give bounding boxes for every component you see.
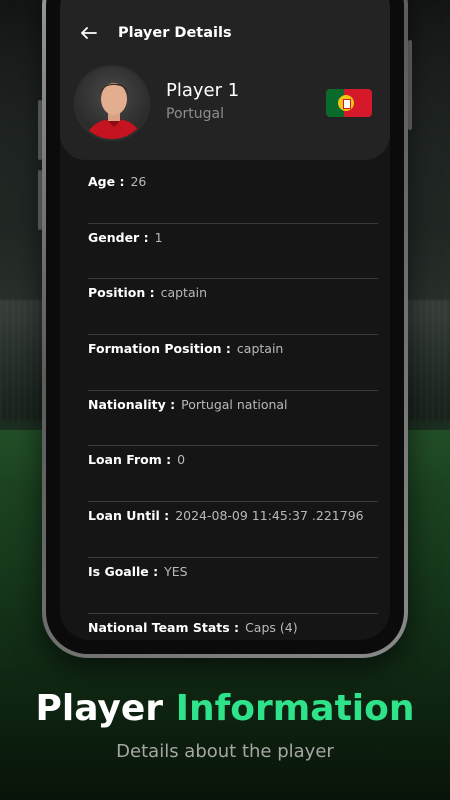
detail-row-formation-position: Formation Position : captain bbox=[88, 335, 378, 391]
detail-value: Portugal national bbox=[181, 396, 288, 412]
detail-value: Caps (4) bbox=[245, 619, 298, 635]
detail-value: 2024-08-09 11:45:37 .221796 bbox=[175, 508, 364, 524]
player-name: Player 1 bbox=[166, 80, 240, 101]
caption-green-text: Information bbox=[175, 688, 415, 729]
detail-row-national-team-stats: National Team Stats : Caps (4) bbox=[88, 614, 378, 641]
detail-row-age: Age : 26 bbox=[88, 168, 378, 224]
detail-label: Loan Until : bbox=[88, 508, 170, 524]
detail-label: Is Goalle : bbox=[88, 563, 159, 579]
detail-row-loan-from: Loan From : 0 bbox=[88, 446, 378, 503]
detail-label: National Team Stats : bbox=[88, 619, 240, 635]
detail-value: captain bbox=[236, 341, 284, 357]
detail-label: Loan From : bbox=[88, 452, 172, 468]
player-avatar bbox=[74, 65, 150, 141]
detail-row-nationality: Nationality : Portugal national bbox=[88, 391, 378, 447]
player-header-card: Player Details Player 1 Portugal bbox=[60, 0, 390, 160]
phone-bezel: Player Details Player 1 Portugal Age: 2… bbox=[46, 0, 404, 654]
detail-row-is-goalie: Is Goalle : YES bbox=[88, 558, 378, 614]
detail-label: Gender : bbox=[88, 229, 149, 245]
back-arrow-icon[interactable] bbox=[78, 22, 100, 44]
app-bar: Player Details bbox=[78, 22, 232, 44]
portugal-flag-icon bbox=[326, 89, 372, 117]
phone-screen: Player Details Player 1 Portugal Age: 2… bbox=[60, 0, 390, 640]
promo-subtitle: Details about the player bbox=[116, 741, 334, 762]
detail-label: Age : bbox=[88, 174, 125, 189]
detail-value: 0 bbox=[177, 452, 186, 468]
page-title: Player Details bbox=[118, 25, 232, 41]
detail-row-loan-until: Loan Until : 2024-08-09 11:45:37 .221796 bbox=[88, 502, 378, 558]
promo-caption: Player Information bbox=[0, 688, 450, 729]
detail-label: Formation Position : bbox=[88, 341, 231, 357]
detail-label: Position : bbox=[88, 285, 155, 301]
detail-value: YES bbox=[164, 563, 188, 579]
detail-value: captain bbox=[160, 285, 208, 301]
detail-label: Nationality : bbox=[88, 396, 176, 412]
detail-row-position: Position : captain bbox=[88, 279, 378, 336]
player-country: Portugal bbox=[166, 106, 224, 122]
phone-frame: Player Details Player 1 Portugal Age: 2… bbox=[42, 0, 408, 658]
phone-power-button bbox=[408, 40, 412, 130]
detail-value: 1 bbox=[154, 229, 163, 245]
caption-white-text: Player bbox=[35, 688, 164, 729]
details-list: Age : 26 Gender : 1 Position : captain F… bbox=[88, 168, 378, 640]
detail-row-gender: Gender : 1 bbox=[88, 224, 378, 280]
detail-value: 26 bbox=[130, 174, 147, 189]
